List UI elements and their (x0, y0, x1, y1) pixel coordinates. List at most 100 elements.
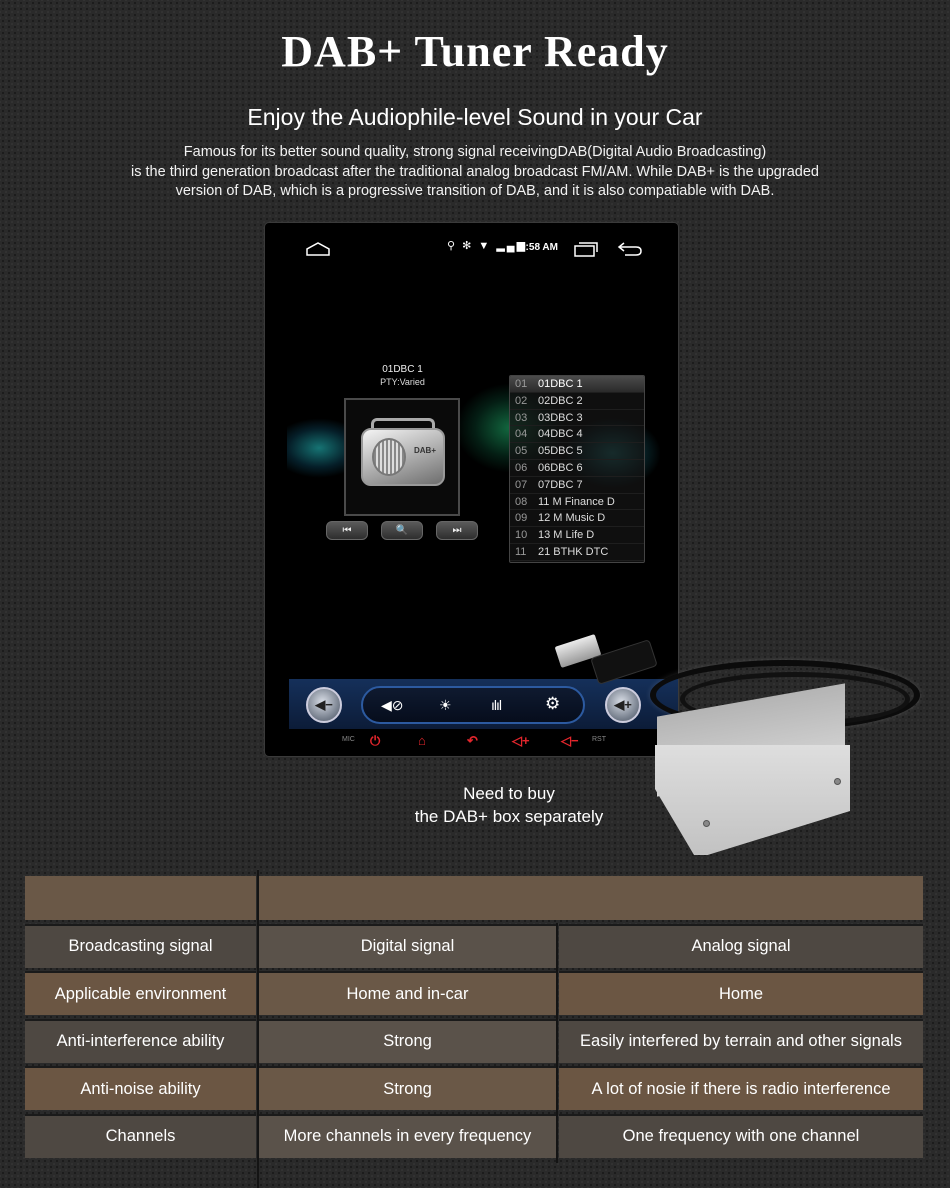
station-name: 13 M Life D (538, 529, 595, 542)
station-number: 06 (515, 461, 528, 474)
reset-label: RST (592, 736, 606, 743)
station-name: 12 M Music D (538, 512, 606, 525)
next-button[interactable]: ⏭ (436, 521, 478, 540)
search-button[interactable]: 🔍 (381, 521, 423, 540)
station-list-item[interactable]: 09 12 M Music D (510, 510, 644, 528)
dab-box (655, 745, 850, 855)
station-list-item[interactable]: 02 02DBC 2 (510, 393, 644, 410)
description: Famous for its better sound quality, str… (60, 143, 890, 202)
table-row: Broadcasting signal Digital signal Analo… (25, 923, 923, 972)
volume-up-key-icon[interactable]: ◁+ (512, 733, 530, 749)
station-number: 11 (515, 545, 527, 558)
table-cell: Broadcasting signal (25, 923, 256, 968)
station-number: 03 (515, 411, 528, 424)
station-list-item[interactable]: 07 07DBC 7 (510, 477, 644, 494)
table-cell: One frequency with one channel (559, 1113, 923, 1158)
program-type: PTY:Varied (380, 377, 425, 387)
home-key-icon[interactable]: ⌂ (418, 733, 426, 748)
station-number: 05 (515, 445, 528, 458)
comparison-table: Broadcasting signal Digital signal Analo… (25, 876, 923, 1161)
hardware-keys: MIC ⏻ ⌂ ↶ ◁+ ◁− RST (265, 733, 678, 749)
table-header-row (25, 876, 923, 924)
brightness-icon[interactable]: ☀ (439, 697, 452, 714)
back-key-icon[interactable]: ↶ (467, 733, 478, 749)
station-name: 07DBC 7 (538, 478, 583, 491)
station-list-item[interactable]: 04 04DBC 4 (510, 426, 644, 444)
station-number: 04 (515, 428, 528, 441)
settings-icon[interactable]: ⚙ (545, 694, 560, 714)
note-line: the DAB+ box separately (414, 807, 604, 826)
quick-settings-pill: ◀⊘ ☀ ılıl ⚙ (361, 686, 585, 724)
table-cell: Strong (259, 1066, 556, 1110)
station-list-item[interactable]: 10 13 M Life D (510, 527, 644, 544)
table-cell: Applicable environment (25, 971, 256, 1015)
table-row: Anti-noise ability Strong A lot of nosie… (25, 1066, 923, 1114)
station-list[interactable]: 01 01DBC 1 02 02DBC 2 03 03DBC 3 04 04DBC 4 05 05… (509, 375, 645, 563)
current-station: 01DBC 1 (382, 364, 423, 375)
home-icon[interactable] (305, 241, 331, 257)
radio-grill (372, 438, 406, 476)
clock: 9:58 AM (520, 242, 558, 253)
table-cell: Easily interfered by terrain and other s… (559, 1018, 923, 1063)
table-cell: A lot of nosie if there is radio interfe… (559, 1066, 923, 1110)
station-number: 08 (515, 495, 528, 508)
station-list-item[interactable]: 05 05DBC 5 (510, 443, 644, 460)
table-cell: Anti-interference ability (25, 1018, 256, 1063)
volume-down-key-icon[interactable]: ◁− (561, 733, 579, 749)
station-list-item[interactable]: 11 21 BTHK DTC (510, 544, 644, 561)
table-header-cell (259, 876, 923, 920)
recent-apps-icon[interactable] (573, 241, 599, 257)
screw (703, 820, 710, 827)
station-name: 11 M Finance D (538, 495, 615, 508)
station-number: 07 (515, 478, 528, 491)
station-list-item[interactable]: 03 03DBC 3 (510, 410, 644, 427)
radio-label: DAB+ (414, 446, 437, 455)
station-name: 02DBC 2 (538, 394, 583, 407)
table-cell: Home and in-car (259, 971, 556, 1015)
station-number: 09 (515, 512, 528, 525)
table-header-cell (25, 876, 256, 920)
back-icon[interactable] (617, 240, 643, 258)
volume-down-button[interactable]: ◀− (306, 687, 342, 723)
table-row: Anti-interference ability Strong Easily … (25, 1018, 923, 1067)
station-name: 21 BTHK DTC (538, 545, 609, 558)
status-icons: ⚲ ✻ ▼ ▂▄▆ (447, 240, 528, 252)
station-name: 03DBC 3 (538, 411, 583, 424)
station-list-item[interactable]: 06 06DBC 6 (510, 460, 644, 477)
table-cell: More channels in every frequency (259, 1113, 556, 1158)
table-row: Channels More channels in every frequenc… (25, 1113, 923, 1162)
station-name: 06DBC 6 (538, 461, 583, 474)
album-art: DAB+ (344, 398, 460, 516)
mute-icon[interactable]: ◀⊘ (381, 697, 404, 714)
station-name: 04DBC 4 (538, 428, 583, 441)
station-number: 02 (515, 394, 528, 407)
previous-button[interactable]: ⏮ (326, 521, 368, 540)
table-cell: Digital signal (259, 923, 556, 968)
power-icon[interactable]: ⏻ (370, 733, 380, 749)
station-number: 01 (515, 378, 528, 390)
station-name: 01DBC 1 (538, 378, 583, 390)
description-line: is the third generation broadcast after … (131, 163, 819, 180)
station-name: 05DBC 5 (538, 445, 583, 458)
station-list-item[interactable]: 08 11 M Finance D (510, 494, 644, 511)
volume-up-button[interactable]: ◀+ (605, 687, 641, 723)
table-cell: Home (559, 971, 923, 1015)
description-line: version of DAB, which is a progressive t… (175, 183, 775, 199)
table-cell: Analog signal (559, 923, 923, 968)
page-title: DAB+ Tuner Ready (281, 27, 669, 76)
station-list-item[interactable]: 01 01DBC 1 (510, 376, 644, 393)
screw (834, 778, 841, 785)
purchase-note: Need to buy the DAB+ box separately (380, 782, 638, 828)
table-cell: Channels (25, 1113, 256, 1158)
table-cell: Strong (259, 1018, 556, 1063)
mic-label: MIC (342, 736, 355, 743)
table-row: Applicable environment Home and in-car H… (25, 971, 923, 1019)
note-line: Need to buy (463, 784, 555, 803)
page-subtitle: Enjoy the Audiophile-level Sound in your… (247, 104, 703, 130)
equalizer-icon[interactable]: ılıl (491, 697, 502, 713)
table-cell: Anti-noise ability (25, 1066, 256, 1110)
status-bar: ⚲ ✻ ▼ ▂▄▆ 9:58 AM (265, 237, 678, 261)
radio-icon: DAB+ (361, 428, 445, 486)
control-bar: ◀− ◀⊘ ☀ ılıl ⚙ ◀+ (289, 679, 678, 729)
description-line: Famous for its better sound quality, str… (183, 144, 767, 160)
